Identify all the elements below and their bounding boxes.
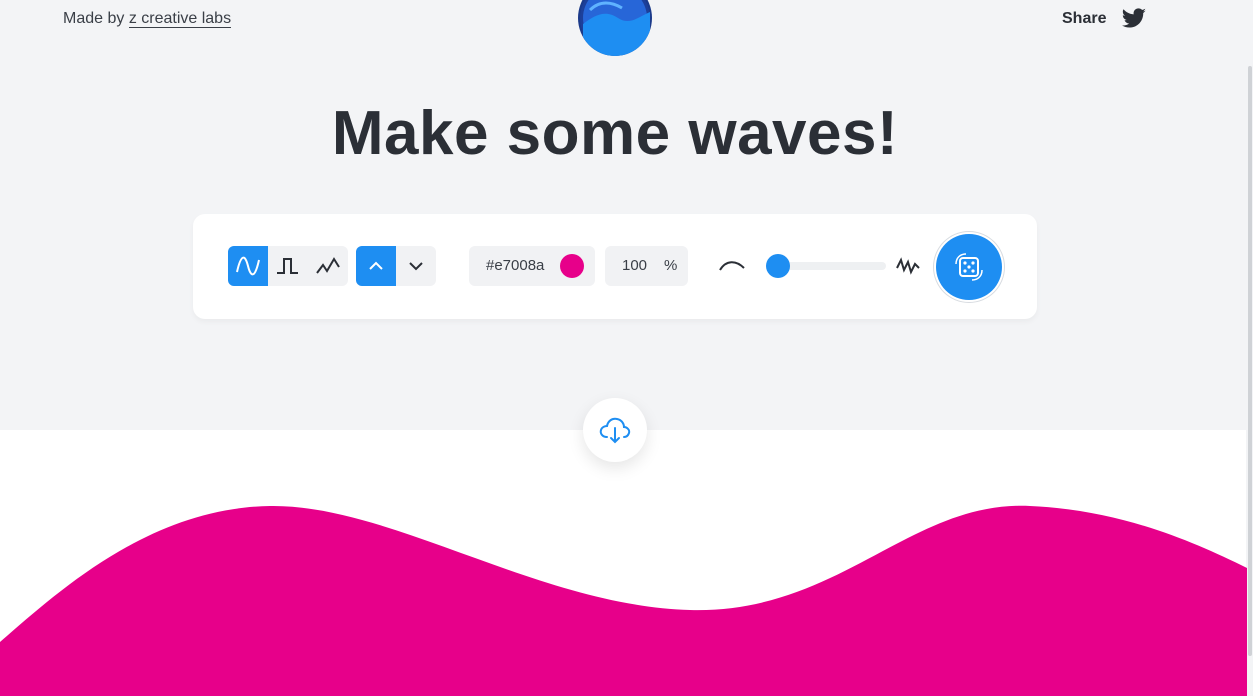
scrollbar[interactable] <box>1246 0 1253 696</box>
triangle-wave-icon <box>316 257 340 274</box>
download-button[interactable] <box>583 398 647 462</box>
page-title: Make some waves! <box>331 99 899 168</box>
randomize-button[interactable] <box>936 234 1002 300</box>
direction-selector <box>356 246 436 286</box>
chevron-up-icon <box>369 261 383 270</box>
cloud-download-icon <box>599 417 631 444</box>
color-swatch[interactable] <box>560 254 584 278</box>
opacity-unit: % <box>664 257 678 274</box>
chevron-down-icon <box>409 262 423 271</box>
wave-type-square-button[interactable] <box>268 246 308 286</box>
color-hex-text[interactable]: #e7008a <box>486 257 544 274</box>
opacity-value[interactable]: 100 <box>622 257 647 274</box>
share-label[interactable]: Share <box>1062 10 1106 28</box>
wave-type-sine-button[interactable] <box>228 246 268 286</box>
wave-type-selector <box>228 246 348 286</box>
made-by-link[interactable]: z creative labs <box>128 10 232 28</box>
square-wave-icon <box>277 258 298 274</box>
scrollbar-thumb[interactable] <box>1248 66 1252 656</box>
wave-preview <box>0 505 1247 696</box>
slider-thumb[interactable] <box>766 254 790 278</box>
dice-icon <box>955 253 983 281</box>
wave-type-triangle-button[interactable] <box>308 246 348 286</box>
twitter-icon[interactable] <box>1121 8 1147 30</box>
rough-wave-icon <box>896 257 920 275</box>
sine-wave-icon <box>236 256 260 276</box>
direction-down-button[interactable] <box>396 246 436 286</box>
made-by-prefix: Made by <box>63 10 129 27</box>
smooth-curve-icon <box>719 261 745 271</box>
complexity-slider[interactable] <box>766 254 886 278</box>
direction-up-button[interactable] <box>356 246 396 286</box>
made-by-credit: Made by z creative labs <box>63 10 232 28</box>
